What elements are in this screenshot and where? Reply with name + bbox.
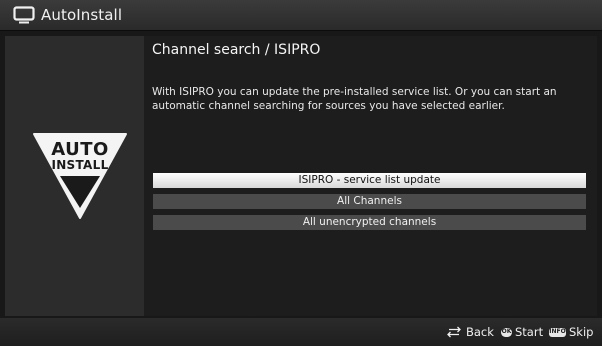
ok-key-icon: OK bbox=[501, 327, 512, 337]
tv-icon bbox=[13, 6, 35, 24]
back-label: Back bbox=[466, 325, 494, 339]
main-panel: Channel search / ISIPRO With ISIPRO you … bbox=[144, 36, 597, 316]
logo-panel: AUTO INSTALL bbox=[5, 36, 144, 316]
logo-text-install: INSTALL bbox=[51, 158, 109, 172]
page-title: AutoInstall bbox=[41, 6, 123, 24]
header-bar: AutoInstall bbox=[0, 0, 602, 31]
option-isipro-update[interactable]: ISIPRO - service list update bbox=[153, 173, 586, 188]
autoinstall-screen: AutoInstall AUTO INSTALL Channel search … bbox=[0, 0, 602, 346]
option-all-channels[interactable]: All Channels bbox=[153, 194, 586, 209]
logo-text-auto: AUTO bbox=[51, 139, 109, 160]
autoinstall-logo: AUTO INSTALL bbox=[32, 132, 128, 220]
start-button[interactable]: OK Start bbox=[501, 324, 543, 340]
description-text: With ISIPRO you can update the pre-insta… bbox=[152, 86, 557, 112]
footer-bar: Back OK Start INFO Skip bbox=[0, 318, 602, 346]
section-title: Channel search / ISIPRO bbox=[152, 42, 321, 58]
skip-button[interactable]: INFO Skip bbox=[549, 324, 593, 340]
start-label: Start bbox=[515, 325, 544, 339]
info-key-icon: INFO bbox=[549, 327, 566, 337]
back-button[interactable]: Back bbox=[446, 324, 494, 340]
skip-label: Skip bbox=[569, 325, 594, 339]
option-unencrypted-channels[interactable]: All unencrypted channels bbox=[153, 215, 586, 230]
back-arrows-icon bbox=[447, 326, 461, 338]
